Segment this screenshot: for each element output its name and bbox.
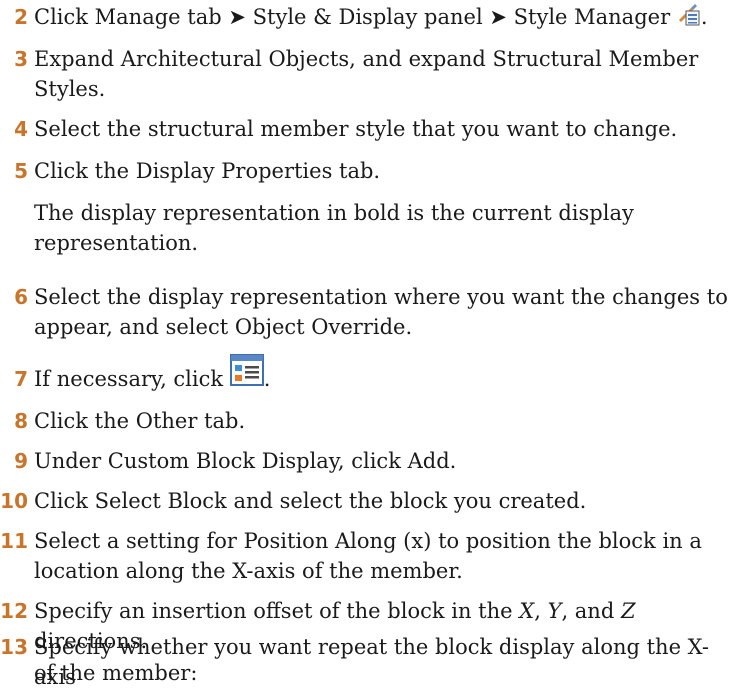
step-number: 8	[14, 409, 28, 433]
step-number: 12	[0, 599, 28, 623]
step-text-continued: Styles.	[34, 77, 106, 101]
step-text: Select the display representation where …	[34, 285, 728, 309]
step-text: Expand Architectural Objects, and expand…	[34, 47, 699, 71]
step-text-continued: of the member:	[34, 661, 198, 685]
axis-z: Z	[620, 599, 636, 623]
step-text-continued: location along the X-axis of the member.	[34, 559, 463, 583]
step-text: Click the Display Properties tab.	[34, 159, 381, 183]
step-text-end: .	[700, 5, 708, 29]
axis-x: X	[519, 599, 535, 623]
step-text: Under Custom Block Display, click Add.	[34, 449, 457, 473]
step-number: 5	[14, 159, 28, 183]
axis-y: Y	[547, 599, 562, 623]
step-number: 6	[14, 285, 28, 309]
step-number: 11	[0, 529, 28, 553]
step-number: 9	[14, 449, 28, 473]
step-number: 13	[0, 635, 28, 659]
step-text-part: Specify an insertion offset of the block…	[34, 599, 520, 623]
step-text: Select a setting for Position Along (x) …	[34, 529, 702, 553]
step-text-part: , and	[561, 599, 621, 623]
step-number: 7	[14, 367, 28, 391]
note-text-continued: representation.	[34, 231, 199, 255]
step-text-part: ,	[534, 599, 548, 623]
step-text: Click the Other tab.	[34, 409, 246, 433]
step-number: 3	[14, 47, 28, 71]
step-number: 4	[14, 117, 28, 141]
note-text: The display representation in bold is th…	[34, 201, 634, 225]
step-number: 2	[14, 5, 28, 29]
step-text-continued: appear, and select Object Override.	[34, 315, 413, 339]
step-text-end: .	[263, 367, 271, 391]
step-text: Click Manage tab ➤ Style & Display panel…	[34, 5, 671, 29]
step-text: Select the structural member style that …	[34, 117, 678, 141]
display-properties-icon	[229, 353, 264, 394]
step-number: 10	[0, 489, 28, 513]
step-text: Click Select Block and select the block …	[34, 489, 587, 513]
step-text: If necessary, click	[34, 367, 224, 391]
style-manager-icon	[677, 3, 701, 34]
